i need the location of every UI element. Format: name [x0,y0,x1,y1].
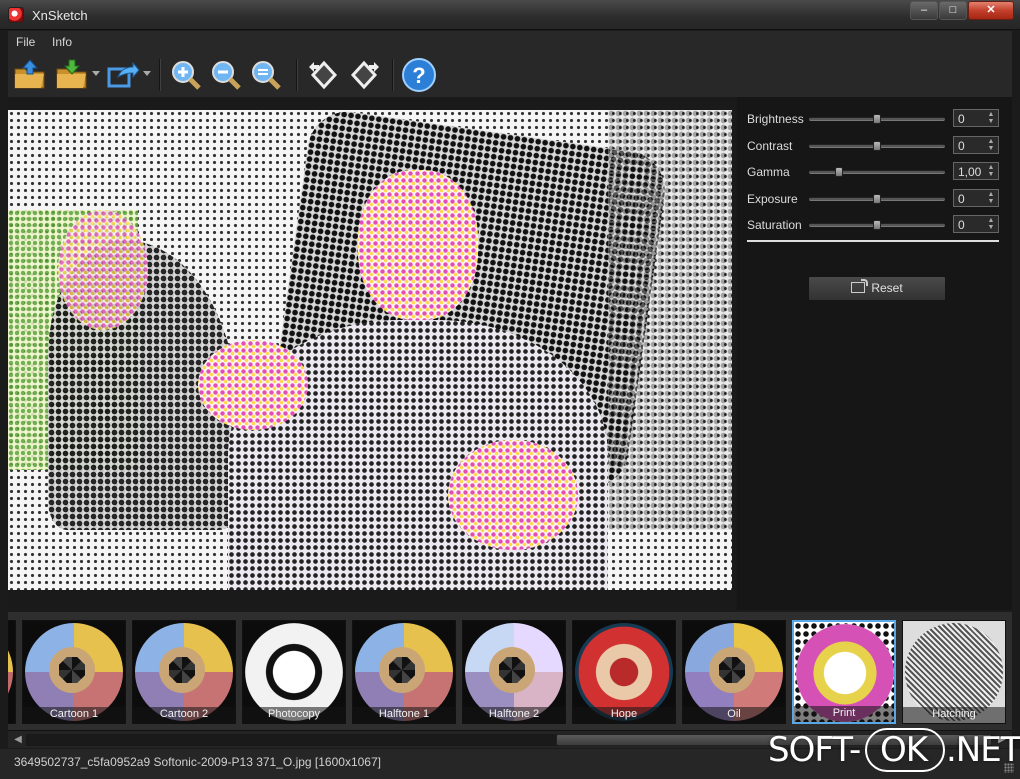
maximize-button[interactable]: □ [939,1,967,20]
adjust-row-contrast: Contrast 0 ▲ ▼ [747,135,1002,156]
brightness-spinbox[interactable]: 0 ▲ ▼ [953,109,999,127]
save-folder-icon[interactable] [54,57,90,93]
filter-filmstrip: Cartoon 1 Cartoon 2 Photocopy Halftone 1 Hal… [8,612,1012,730]
zoom-out-icon[interactable] [208,57,244,93]
filter-label: Photocopy [243,707,345,723]
adjust-row-exposure: Exposure 0 ▲ ▼ [747,188,1002,209]
adjustment-panel: Brightness 0 ▲ ▼ Contrast 0 ▲ ▼ Gamma 1,00 ▲ ▼ Expos… [737,97,1012,610]
reset-label: Reset [871,281,903,295]
slider-thumb[interactable] [873,140,881,151]
filter-thumb-oil[interactable]: Oil [682,620,786,724]
filter-label: Hatching [903,707,1005,723]
filter-label: Hope [573,707,675,723]
filter-thumb-print[interactable]: Print [792,620,896,724]
spin-arrows-icon[interactable]: ▲ ▼ [986,138,996,152]
spin-value: 1,00 [958,165,982,179]
rotate-right-icon[interactable] [346,57,382,93]
filter-thumb-photocopy[interactable]: Photocopy [242,620,346,724]
exposure-spinbox[interactable]: 0 ▲ ▼ [953,188,999,207]
filter-label: Oil [683,707,785,723]
watermark-middle: OK [880,730,928,770]
file-info: 3649502737_c5fa0952a9 Softonic-2009-P13 … [14,755,381,769]
export-dropdown-icon[interactable] [143,71,151,77]
spin-value: 0 [958,218,965,232]
toolbar-separator [392,59,394,91]
spin-value: 0 [958,138,965,153]
filter-label: Print [794,706,894,722]
filter-label: Cartoon 2 [133,707,235,723]
export-icon[interactable] [104,57,140,93]
help-icon[interactable]: ? [401,57,437,93]
reset-button[interactable]: Reset [808,276,946,301]
menu-file[interactable]: File [16,35,35,49]
toolbar-separator [159,59,161,91]
saturation-slider[interactable] [809,220,945,230]
adjust-row-saturation: Saturation 0 ▲ ▼ [747,215,1002,235]
slider-thumb[interactable] [873,193,881,204]
spin-arrows-icon[interactable]: ▲ ▼ [986,191,996,205]
gamma-spinbox[interactable]: 1,00 ▲ ▼ [953,162,999,180]
spin-arrows-icon[interactable]: ▲ ▼ [986,164,996,178]
menu-info[interactable]: Info [52,35,72,49]
open-folder-icon[interactable] [12,57,48,93]
watermark-right: .NET [946,730,1020,770]
contrast-spinbox[interactable]: 0 ▲ ▼ [953,135,999,154]
filter-thumb-cartoon-1[interactable]: Cartoon 1 [22,620,126,724]
filter-thumb-cartoon-2[interactable]: Cartoon 2 [132,620,236,724]
filter-thumb-hope[interactable]: Hope [572,620,676,724]
filter-thumb-halftone-2[interactable]: Halftone 2 [462,620,566,724]
filter-label: Halftone 2 [463,707,565,723]
canvas-area [8,97,737,610]
filter-thumb-halftone-1[interactable]: Halftone 1 [352,620,456,724]
app-logo-icon [8,7,24,23]
saturation-spinbox[interactable]: 0 ▲ ▼ [953,215,999,233]
title-bar: XnSketch – □ ✕ [0,0,1020,30]
adjust-label: Brightness [747,112,804,126]
adjust-row-gamma: Gamma 1,00 ▲ ▼ [747,162,1002,182]
adjust-label: Contrast [747,138,793,153]
toolbar-separator [296,59,298,91]
toolbar: ? [8,53,1012,97]
slider-thumb[interactable] [873,114,881,124]
watermark-left: SOFT- [768,730,861,770]
preview-image[interactable] [8,110,732,590]
panel-divider [747,240,999,242]
menu-bar: File Info [8,31,1012,53]
spin-value: 0 [958,112,965,126]
minimize-button[interactable]: – [910,1,938,20]
adjust-label: Exposure [747,191,798,206]
reset-icon [851,279,869,293]
spin-arrows-icon[interactable]: ▲ ▼ [986,111,996,125]
window-title: XnSketch [32,8,88,23]
window-controls: – □ ✕ [909,1,1014,20]
slider-thumb[interactable] [873,220,881,230]
close-button[interactable]: ✕ [968,1,1014,20]
zoom-in-icon[interactable] [168,57,204,93]
filter-thumb-partial[interactable] [8,620,16,724]
zoom-fit-icon[interactable] [248,57,284,93]
watermark: SOFT- OK .NET [768,728,1020,774]
spin-arrows-icon[interactable]: ▲ ▼ [986,217,996,231]
filter-label: Cartoon 1 [23,707,125,723]
rotate-left-icon[interactable] [306,57,342,93]
adjust-label: Saturation [747,218,802,232]
spin-value: 0 [958,191,965,206]
exposure-slider[interactable] [809,193,945,204]
filter-thumb-hatching[interactable]: Hatching [902,620,1006,724]
contrast-slider[interactable] [809,140,945,151]
slider-thumb[interactable] [834,167,843,177]
adjust-label: Gamma [747,165,790,179]
save-dropdown-icon[interactable] [92,71,100,77]
scroll-left-icon[interactable]: ◀ [10,732,26,748]
gamma-slider[interactable] [809,167,945,177]
svg-text:?: ? [412,63,425,88]
adjust-row-brightness: Brightness 0 ▲ ▼ [747,109,1002,129]
brightness-slider[interactable] [809,114,945,124]
filter-label: Halftone 1 [353,707,455,723]
